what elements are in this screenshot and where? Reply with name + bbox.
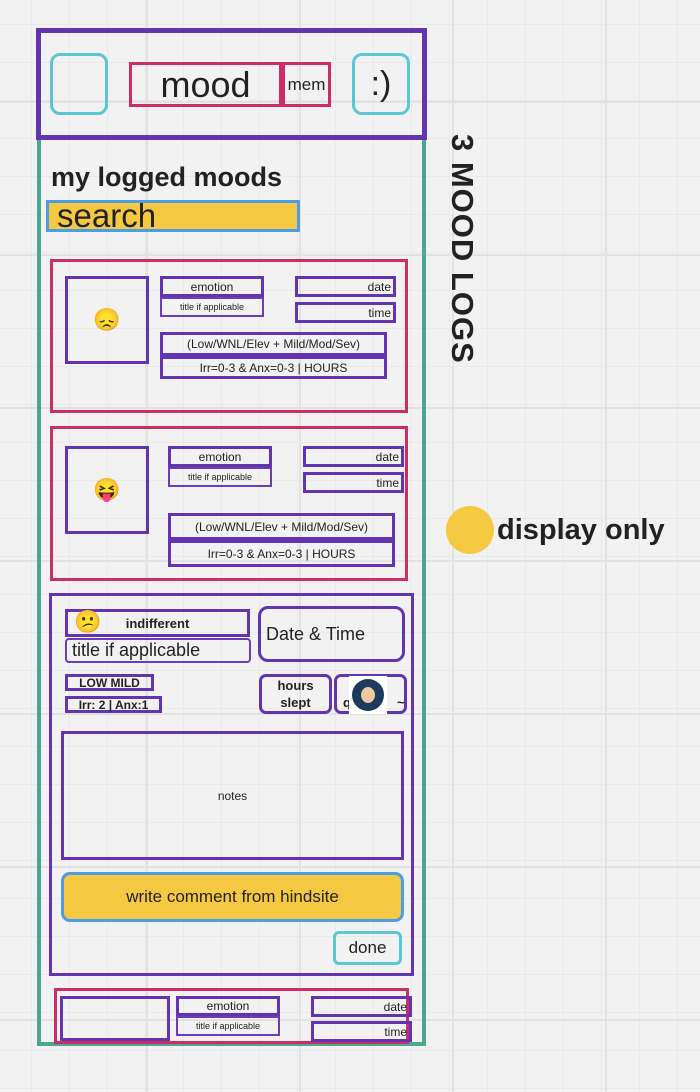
done-button[interactable]: done [333,931,402,965]
mood-logs-annotation: 3 MOOD LOGS [445,134,480,364]
ratings-label: Irr=0-3 & Anx=0-3 | HOURS [160,356,387,379]
emoji-icon: 😕 [74,609,102,634]
mem-button[interactable]: mem [282,62,331,107]
scale-label: (Low/WNL/Elev + Mild/Mod/Sev) [168,513,395,540]
title-field[interactable]: title if applicable [65,638,251,663]
hours-slept-field[interactable]: hours slept [259,674,332,714]
time-label: time [295,302,396,323]
yellow-dot-icon [446,506,494,554]
page-heading: my logged moods [51,162,283,192]
menu-button[interactable] [50,53,108,115]
ratings-label: Irr: 2 | Anx:1 [65,696,162,713]
avatar [349,676,387,714]
notes-field[interactable]: notes [61,731,404,860]
emoji-box: 😞 [65,276,149,364]
ratings-label: Irr=0-3 & Anx=0-3 | HOURS [168,540,395,567]
scale-label: (Low/WNL/Elev + Mild/Mod/Sev) [160,332,387,356]
title-label: title if applicable [176,1016,280,1036]
emotion-label: emotion [168,446,272,467]
emoji-box: 😝 [65,446,149,534]
display-only-annotation: display only [497,514,665,546]
search-input[interactable]: search [46,199,300,232]
expanded-mood-log: 😕 indifferent title if applicable Date &… [49,593,414,976]
date-label: date [311,996,412,1017]
smiley-button[interactable]: :) [352,53,410,115]
emotion-label: emotion [160,276,264,297]
write-comment-button[interactable]: write comment from hindsite [61,872,404,922]
date-label: date [295,276,396,297]
time-label: time [311,1021,412,1042]
app-title: mood [129,62,282,107]
emotion-text: indifferent [125,615,190,631]
quality-field[interactable]: q ~ [334,674,407,714]
emotion-field: 😕 indifferent [65,609,250,637]
mood-log-card[interactable]: 😞 emotion title if applicable date time … [50,259,408,413]
datetime-field[interactable]: Date & Time [258,606,405,662]
time-label: time [303,472,404,493]
emotion-label: emotion [176,996,280,1016]
title-label: title if applicable [168,467,272,487]
level-label: LOW MILD [65,674,154,691]
mood-log-card[interactable]: emotion title if applicable date time [54,988,412,1044]
mood-log-card[interactable]: 😝 emotion title if applicable date time … [50,426,408,581]
quality-suffix: ~ [397,695,405,710]
title-label: title if applicable [160,297,264,317]
date-label: date [303,446,404,467]
emoji-box [60,996,170,1041]
